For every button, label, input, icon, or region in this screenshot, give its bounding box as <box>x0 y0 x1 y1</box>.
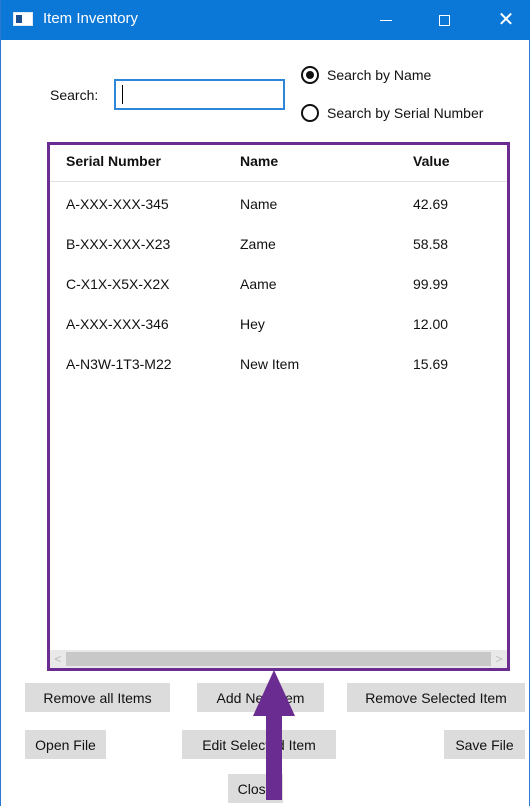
table-row[interactable]: C-X1X-X5X-X2X Aame 99.99 <box>50 264 507 304</box>
window-title: Item Inventory <box>43 10 139 27</box>
close-window-button[interactable]: ✕ <box>483 0 529 40</box>
remove-selected-item-button[interactable]: Remove Selected Item <box>347 683 525 712</box>
scroll-right-icon[interactable]: > <box>491 650 507 668</box>
title-bar: Item Inventory ✕ <box>1 0 530 40</box>
table-row[interactable]: B-XXX-XXX-X23 Zame 58.58 <box>50 224 507 264</box>
maximize-button[interactable] <box>421 0 467 40</box>
table-header: Serial Number Name Value <box>50 145 507 182</box>
cell-name: New Item <box>240 356 300 372</box>
cell-value: 12.00 <box>413 316 449 332</box>
radio-label-serial: Search by Serial Number <box>327 105 484 121</box>
cell-name: Name <box>240 196 278 212</box>
radio-selected-icon <box>301 66 319 84</box>
cell-serial: A-XXX-XXX-345 <box>66 196 169 212</box>
cell-serial: B-XXX-XXX-X23 <box>66 236 171 252</box>
table-row[interactable]: A-XXX-XXX-346 Hey 12.00 <box>50 304 507 344</box>
cell-value: 15.69 <box>413 356 449 372</box>
app-icon <box>13 12 33 26</box>
app-window: Item Inventory ✕ Search: Search by Name … <box>0 0 530 806</box>
radio-unselected-icon <box>301 104 319 122</box>
maximize-icon <box>438 14 450 26</box>
horizontal-scrollbar[interactable]: < > <box>50 650 507 668</box>
cell-value: 99.99 <box>413 276 449 292</box>
table-row[interactable]: A-XXX-XXX-345 Name 42.69 <box>50 184 507 224</box>
scrollbar-thumb[interactable] <box>66 652 491 666</box>
inventory-table: Serial Number Name Value A-XXX-XXX-345 N… <box>47 142 510 671</box>
cell-value: 58.58 <box>413 236 449 252</box>
cell-name: Zame <box>240 236 276 252</box>
radio-label-name: Search by Name <box>327 67 432 83</box>
close-icon: ✕ <box>497 9 515 31</box>
remove-all-items-button[interactable]: Remove all Items <box>25 683 170 712</box>
table-row[interactable]: A-N3W-1T3-M22 New Item 15.69 <box>50 344 507 384</box>
cell-name: Aame <box>240 276 277 292</box>
radio-search-by-name[interactable]: Search by Name <box>301 66 431 84</box>
minimize-icon <box>380 19 392 21</box>
radio-search-by-serial[interactable]: Search by Serial Number <box>301 104 483 122</box>
text-caret <box>122 85 123 104</box>
column-header-serial[interactable]: Serial Number <box>66 153 161 169</box>
open-file-button[interactable]: Open File <box>25 730 106 759</box>
cell-name: Hey <box>240 316 265 332</box>
column-header-name[interactable]: Name <box>240 153 278 169</box>
annotation-arrow-icon <box>253 670 295 800</box>
minimize-button[interactable] <box>363 0 409 40</box>
column-header-value[interactable]: Value <box>413 153 450 169</box>
save-file-button[interactable]: Save File <box>444 730 525 759</box>
cell-serial: A-N3W-1T3-M22 <box>66 356 172 372</box>
cell-serial: A-XXX-XXX-346 <box>66 316 169 332</box>
scroll-left-icon[interactable]: < <box>50 650 66 668</box>
search-label: Search: <box>50 87 99 103</box>
cell-value: 42.69 <box>413 196 449 212</box>
search-input[interactable] <box>114 79 285 110</box>
cell-serial: C-X1X-X5X-X2X <box>66 276 170 292</box>
